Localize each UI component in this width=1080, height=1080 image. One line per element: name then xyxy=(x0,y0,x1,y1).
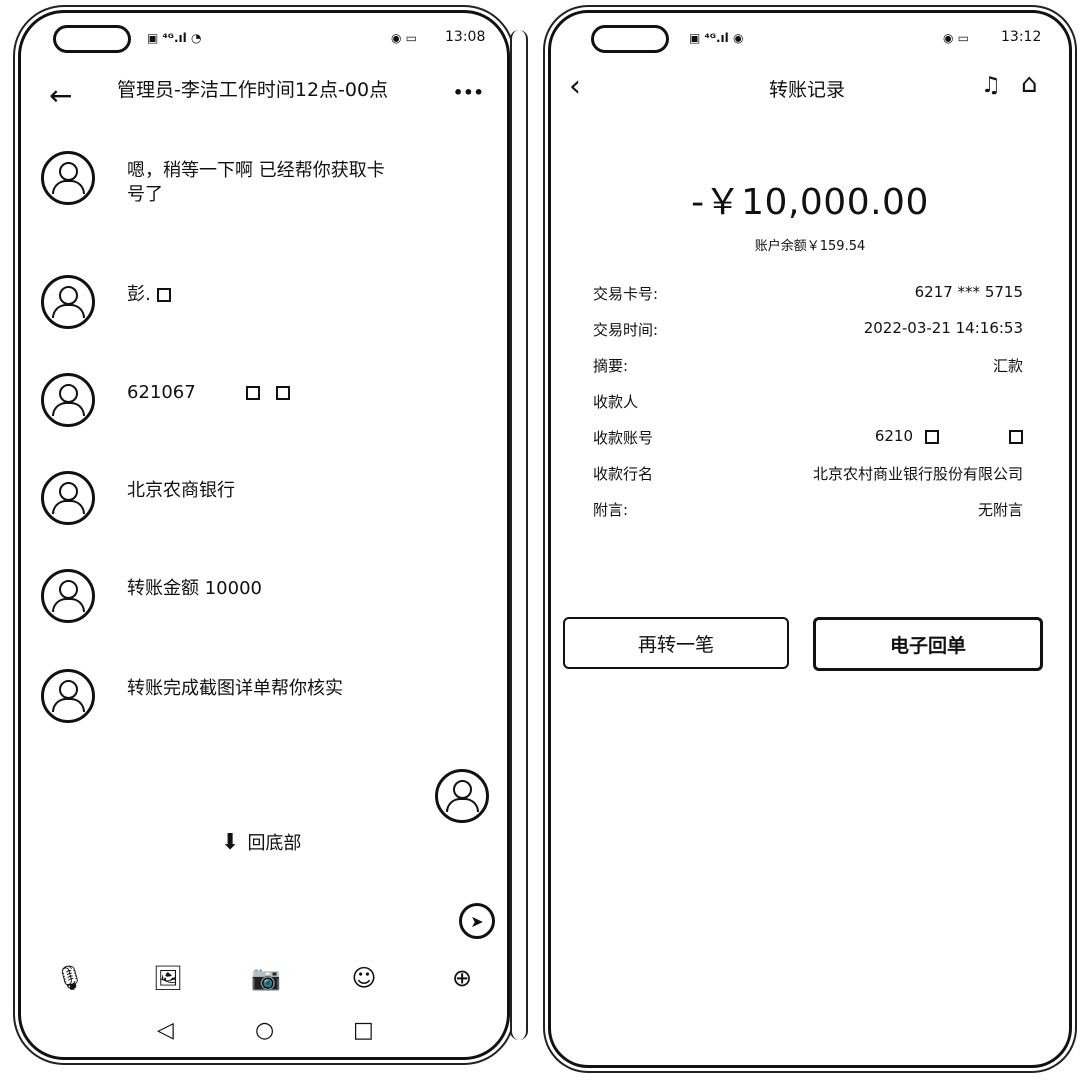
back-arrow-icon[interactable]: ← xyxy=(49,79,72,112)
status-time: 13:08 xyxy=(445,29,486,45)
detail-row: 交易时间: 2022-03-21 14:16:53 xyxy=(593,319,1023,345)
detail-label: 附言: xyxy=(593,501,629,519)
e-receipt-button[interactable]: 电子回单 xyxy=(813,617,1043,671)
status-time: 13:12 xyxy=(1001,29,1042,45)
detail-row: 交易卡号: 6217 *** 5715 xyxy=(593,283,1023,309)
message-text: 621067 xyxy=(127,382,196,403)
message-text: 北京农商银行 xyxy=(127,480,235,501)
more-icon[interactable]: ••• xyxy=(453,83,484,102)
battery-icon: ◉ ▭ xyxy=(943,31,969,45)
message-text: 转账完成截图详单帮你核实 xyxy=(127,678,343,699)
microphone-icon[interactable]: 🎙 xyxy=(55,963,85,993)
message-text: 彭. xyxy=(127,284,151,305)
camera-icon[interactable]: 📷 xyxy=(251,963,281,993)
arrow-down-icon: ⬇ xyxy=(221,829,240,855)
detail-label: 收款行名 xyxy=(593,465,654,483)
camera-cutout xyxy=(53,25,131,53)
redacted-box xyxy=(1009,429,1023,444)
camera-cutout xyxy=(591,25,669,53)
image-icon[interactable]: 🖼 xyxy=(153,963,183,993)
detail-row: 收款人 xyxy=(593,391,1023,417)
redacted-box xyxy=(245,386,260,400)
detail-value: 无附言 xyxy=(977,501,1023,519)
avatar[interactable] xyxy=(41,151,95,205)
detail-value: 6210 xyxy=(874,427,913,445)
detail-value: 汇款 xyxy=(992,357,1023,375)
list-item: 嗯，稍等一下啊 已经帮你获取卡号了 xyxy=(41,151,397,207)
redacted-box xyxy=(156,288,171,302)
nav-back-icon[interactable]: ◁ xyxy=(157,1018,174,1043)
list-item: 转账完成截图详单帮你核实 xyxy=(41,669,343,723)
message-text: 嗯，稍等一下啊 已经帮你获取卡号了 xyxy=(127,160,385,205)
send-plane-icon[interactable]: ➤ xyxy=(459,903,495,939)
detail-label: 摘要: xyxy=(593,357,629,375)
list-item: 北京农商银行 xyxy=(41,471,235,525)
detail-label: 收款人 xyxy=(593,393,639,411)
detail-value: 北京农村商业银行股份有限公司 xyxy=(812,465,1023,483)
list-item: 彭. xyxy=(41,275,171,329)
nav-recent-icon[interactable]: □ xyxy=(353,1018,374,1043)
transfer-record-screen: ▣ ⁴ᴳ.ıl ◉ ◉ ▭ 13:12 ‹ 转账记录 ♫ ⌂ -￥10,000.… xyxy=(548,10,1072,1068)
detail-label: 交易时间: xyxy=(593,321,659,339)
redacted-box xyxy=(275,386,290,400)
back-to-bottom-label: 回底部 xyxy=(247,833,302,854)
status-bar: ▣ ⁴ᴳ.ıl ◉ ◉ ▭ 13:12 xyxy=(551,13,1069,63)
detail-value: 2022-03-21 14:16:53 xyxy=(863,319,1023,337)
redacted-box xyxy=(925,429,939,444)
account-balance: 账户余额￥159.54 xyxy=(754,239,866,254)
detail-row: 收款账号 6210 xyxy=(593,427,1023,453)
avatar[interactable] xyxy=(41,471,95,525)
transfer-again-button[interactable]: 再转一笔 xyxy=(563,617,789,669)
detail-value: 6217 *** 5715 xyxy=(914,283,1023,301)
battery-icon: ◉ ▭ xyxy=(391,31,417,45)
floating-avatar[interactable] xyxy=(435,769,489,823)
signal-icons: ▣ ⁴ᴳ.ıl ◔ xyxy=(147,31,202,45)
detail-row: 收款行名 北京农村商业银行股份有限公司 xyxy=(593,463,1023,489)
avatar[interactable] xyxy=(41,373,95,427)
home-icon[interactable]: ⌂ xyxy=(1021,69,1038,99)
headset-icon[interactable]: ♫ xyxy=(981,73,1001,98)
back-to-bottom-button[interactable]: ⬇ 回底部 xyxy=(221,829,301,855)
detail-label: 交易卡号: xyxy=(593,285,659,303)
plus-icon[interactable]: ⊕ xyxy=(447,963,477,993)
avatar[interactable] xyxy=(41,569,95,623)
detail-row: 摘要: 汇款 xyxy=(593,355,1023,381)
chat-title: 管理员-李洁工作时间12点-00点 xyxy=(117,79,389,101)
list-item: 621067 xyxy=(41,373,290,427)
transfer-amount: -￥10,000.00 xyxy=(691,182,929,223)
avatar[interactable] xyxy=(41,275,95,329)
emoji-icon[interactable]: ☺ xyxy=(349,963,379,993)
back-chevron-icon[interactable]: ‹ xyxy=(569,69,581,104)
signal-icons: ▣ ⁴ᴳ.ıl ◉ xyxy=(689,31,744,45)
phone-side-edge xyxy=(510,30,528,1040)
list-item: 转账金额 10000 xyxy=(41,569,262,623)
detail-row: 附言: 无附言 xyxy=(593,499,1023,525)
status-bar: ▣ ⁴ᴳ.ıl ◔ ◉ ▭ 13:08 xyxy=(21,13,507,63)
avatar[interactable] xyxy=(41,669,95,723)
nav-home-icon[interactable]: ○ xyxy=(255,1018,274,1043)
detail-label: 收款账号 xyxy=(593,429,654,447)
message-text: 转账金额 10000 xyxy=(127,578,262,599)
chat-phone-screen: ▣ ⁴ᴳ.ıl ◔ ◉ ▭ 13:08 ← 管理员-李洁工作时间12点-00点 … xyxy=(18,10,510,1060)
page-title: 转账记录 xyxy=(769,79,846,101)
